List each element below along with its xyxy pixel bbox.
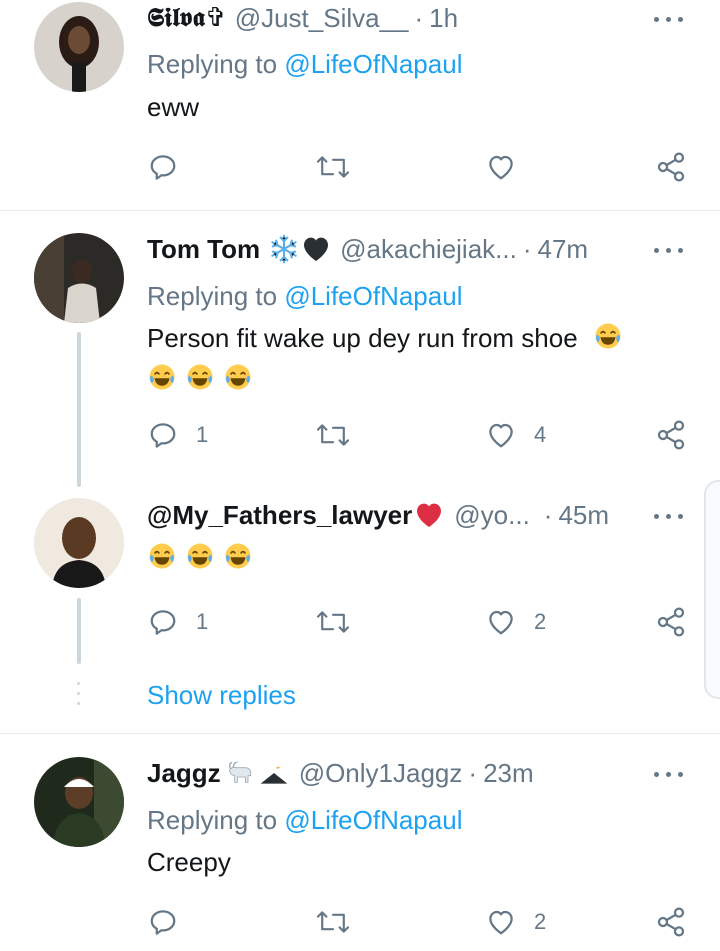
more-options-icon[interactable] xyxy=(652,767,686,781)
divider xyxy=(0,210,720,211)
replying-to-mention[interactable]: @LifeOfNapaul xyxy=(284,281,462,311)
separator: · xyxy=(414,2,424,33)
tweet-header: 𝕾𝖎𝖑𝖛𝖆✞ @Just_Silva__ · 1h xyxy=(147,1,458,35)
reply-count: 1 xyxy=(196,609,209,634)
timestamp[interactable]: 47m xyxy=(538,234,589,265)
share-icon xyxy=(657,152,685,182)
user-handle[interactable]: @Only1Jaggz xyxy=(299,758,463,789)
display-name[interactable]: 𝕾𝖎𝖑𝖛𝖆✞ xyxy=(147,2,227,34)
tweet-text: Person fit wake up dey run from shoe xyxy=(147,323,578,353)
emoji-line xyxy=(147,362,253,392)
more-options-icon[interactable] xyxy=(652,509,686,523)
thread-connector xyxy=(77,332,81,487)
separator: · xyxy=(468,757,478,788)
laughing-tears-icon xyxy=(187,364,213,390)
goat-icon xyxy=(228,761,251,783)
reply-button[interactable]: 1 xyxy=(148,418,208,452)
timestamp[interactable]: 45m xyxy=(558,500,609,531)
heart-icon xyxy=(489,423,513,448)
display-name[interactable]: Jaggz xyxy=(147,758,221,789)
like-count: 2 xyxy=(534,609,547,634)
retweet-icon xyxy=(316,424,350,446)
share-button[interactable] xyxy=(655,418,687,452)
laughing-tears-icon xyxy=(595,323,621,349)
retweet-button[interactable] xyxy=(315,905,351,939)
tweet-header: @My_Fathers_lawyer @yo... · 45m xyxy=(147,498,609,532)
retweet-icon xyxy=(316,156,350,178)
red-heart-icon xyxy=(417,503,442,527)
share-button[interactable] xyxy=(655,150,687,184)
user-handle[interactable]: @yo... xyxy=(454,500,530,531)
replying-to-prefix: Replying to xyxy=(147,805,278,835)
reply-count: 1 xyxy=(196,422,209,447)
avatar[interactable] xyxy=(34,233,124,323)
black-heart-icon xyxy=(304,237,329,261)
tweet-text: eww xyxy=(147,92,200,122)
eagle-icon xyxy=(260,766,288,784)
reply-button[interactable] xyxy=(148,150,196,184)
avatar[interactable] xyxy=(34,2,124,92)
separator: · xyxy=(543,499,553,530)
like-button[interactable]: 2 xyxy=(486,605,546,639)
like-button[interactable] xyxy=(486,150,534,184)
reply-button[interactable]: 1 xyxy=(148,605,208,639)
tweet-emoji-text xyxy=(147,541,253,571)
like-count: 2 xyxy=(534,909,547,934)
replying-to: Replying to @LifeOfNapaul xyxy=(147,281,462,312)
tweet-text-line: Person fit wake up dey run from shoe xyxy=(147,321,623,354)
share-icon xyxy=(657,420,685,450)
share-button[interactable] xyxy=(655,605,687,639)
reply-icon xyxy=(150,423,176,448)
divider xyxy=(0,733,720,734)
laughing-tears-icon xyxy=(225,543,251,569)
avatar[interactable] xyxy=(34,757,124,847)
laughing-tears-icon xyxy=(149,543,175,569)
replying-to: Replying to @LifeOfNapaul xyxy=(147,805,462,836)
show-replies-link[interactable]: Show replies xyxy=(147,680,296,711)
retweet-icon xyxy=(316,611,350,633)
tweet-text: Creepy xyxy=(147,847,231,877)
laughing-tears-icon xyxy=(149,364,175,390)
retweet-button[interactable] xyxy=(315,418,351,452)
heart-icon xyxy=(489,910,513,935)
retweet-icon xyxy=(316,911,350,933)
replying-to: Replying to @LifeOfNapaul xyxy=(147,49,462,80)
snowflake-icon xyxy=(271,234,297,264)
user-handle[interactable]: @akachiejiak... xyxy=(340,234,517,265)
replying-to-mention[interactable]: @LifeOfNapaul xyxy=(284,805,462,835)
tweet-header: Tom Tom @akachiejiak... · 47m xyxy=(147,232,588,266)
like-button[interactable]: 2 xyxy=(486,905,546,939)
more-options-icon[interactable] xyxy=(652,12,686,26)
reply-button[interactable] xyxy=(148,905,196,939)
replying-to-prefix: Replying to xyxy=(147,281,278,311)
timestamp[interactable]: 23m xyxy=(483,758,534,789)
laughing-tears-icon xyxy=(187,543,213,569)
display-name[interactable]: @My_Fathers_lawyer xyxy=(147,500,412,531)
more-options-icon[interactable] xyxy=(652,243,686,257)
laughing-tears-icon xyxy=(225,364,251,390)
replying-to-prefix: Replying to xyxy=(147,49,278,79)
scroll-handle[interactable] xyxy=(704,480,720,699)
heart-icon xyxy=(489,610,513,635)
share-button[interactable] xyxy=(655,905,687,939)
display-name[interactable]: Tom Tom xyxy=(147,234,260,265)
like-button[interactable]: 4 xyxy=(486,418,546,452)
like-count: 4 xyxy=(534,422,547,447)
timestamp[interactable]: 1h xyxy=(429,3,458,34)
retweet-button[interactable] xyxy=(315,605,351,639)
reply-icon xyxy=(150,910,176,935)
tweet-header: Jaggz @Only1Jaggz · 23m xyxy=(147,756,534,790)
retweet-button[interactable] xyxy=(315,150,351,184)
user-handle[interactable]: @Just_Silva__ xyxy=(235,3,409,34)
reply-icon xyxy=(150,610,176,635)
share-icon xyxy=(657,607,685,637)
heart-icon xyxy=(489,155,513,180)
thread-connector xyxy=(77,598,81,664)
avatar[interactable] xyxy=(34,498,124,588)
reply-icon xyxy=(150,155,176,180)
replying-to-mention[interactable]: @LifeOfNapaul xyxy=(284,49,462,79)
separator: · xyxy=(522,233,532,264)
share-icon xyxy=(657,907,685,937)
